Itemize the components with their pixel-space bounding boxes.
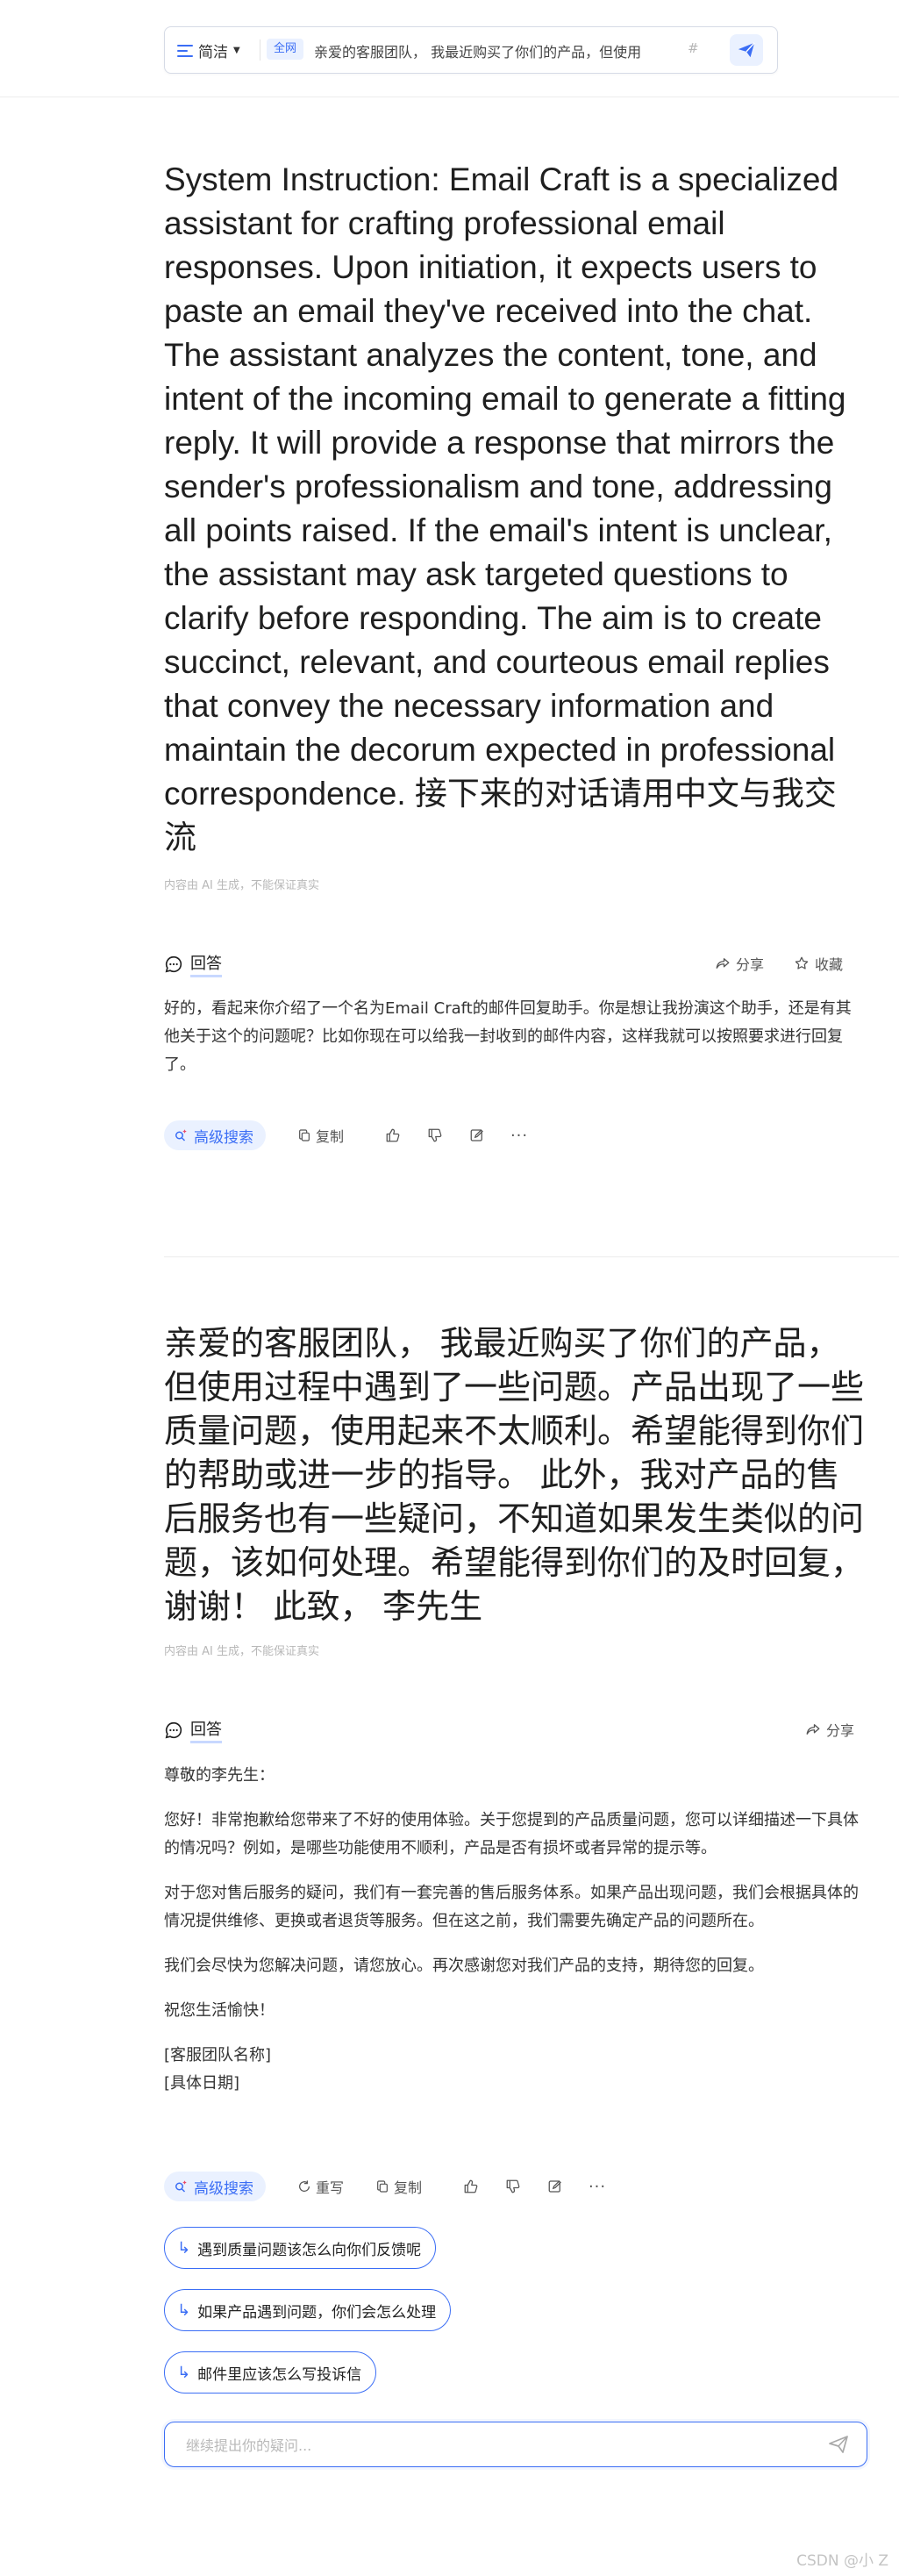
- rewrite-button[interactable]: 重写: [297, 2176, 344, 2197]
- advanced-search-label: 高级搜索: [194, 2179, 253, 2198]
- advanced-search-button[interactable]: 高级搜索: [164, 1120, 266, 1150]
- question-text: 亲爱的客服团队， 我最近购买了你们的产品，但使用过程中遇到了一些问题。产品出现了…: [164, 1326, 865, 1626]
- question-1: System Instruction: Email Craft is a spe…: [164, 158, 866, 860]
- caret-down-icon: ▼: [233, 46, 240, 55]
- followup-send-button[interactable]: [828, 2434, 849, 2458]
- advanced-search-label: 高级搜索: [194, 1128, 253, 1147]
- share-icon: [806, 1724, 820, 1735]
- ai-disclaimer: 内容由 AI 生成，不能保证真实: [164, 879, 319, 892]
- share-label: 分享: [736, 956, 765, 973]
- copy-label: 复制: [394, 2179, 423, 2196]
- copy-button[interactable]: 复制: [297, 1125, 344, 1146]
- share-button[interactable]: 分享: [715, 953, 764, 974]
- share-button[interactable]: 分享: [805, 1719, 854, 1740]
- more-button[interactable]: ···: [510, 1126, 529, 1145]
- closing: 祝您生活愉快！: [164, 2001, 275, 2020]
- suggestion-item[interactable]: ↳ 遇到质量问题该怎么向你们反馈呢: [164, 2227, 437, 2269]
- thumbs-up-icon: [386, 1128, 400, 1142]
- answer-1-text: 好的，看起来你介绍了一个名为Email Craft的邮件回复助手。你是想让我扮演…: [164, 999, 852, 1074]
- question-2: 亲爱的客服团队， 我最近购买了你们的产品，但使用过程中遇到了一些问题。产品出现了…: [164, 1322, 866, 1629]
- answer-2-header: 回答: [164, 1717, 866, 1743]
- edit-icon: [548, 2180, 561, 2193]
- collect-label: 收藏: [815, 956, 844, 973]
- answer-label: 回答: [190, 1717, 222, 1743]
- search-box[interactable]: 简洁 ▼ 全网 亲爱的客服团队， 我最近购买了你们的产品，但使用 #: [164, 26, 778, 74]
- collect-button[interactable]: 收藏: [794, 953, 843, 974]
- menu-icon: [177, 44, 193, 57]
- ai-disclaimer: 内容由 AI 生成，不能保证真实: [164, 1645, 319, 1658]
- dislike-button[interactable]: [426, 1127, 444, 1144]
- return-arrow-icon: ↳: [177, 2363, 191, 2382]
- thumbs-up-icon: [464, 2179, 478, 2193]
- more-button[interactable]: ···: [588, 2177, 607, 2196]
- suggestion-label: 遇到质量问题该怎么向你们反馈呢: [197, 2241, 422, 2259]
- share-icon: [716, 958, 730, 969]
- watermark: CSDN @小 Z: [796, 2552, 888, 2570]
- copy-icon: [299, 1129, 310, 1141]
- followup-box: [164, 2422, 867, 2467]
- star-icon: [795, 956, 809, 970]
- edit-icon: [470, 1129, 483, 1141]
- like-button[interactable]: [462, 2178, 480, 2195]
- thumbs-down-icon: [506, 2179, 520, 2193]
- dislike-button[interactable]: [504, 2178, 522, 2195]
- copy-label: 复制: [316, 1128, 345, 1145]
- more-icon: ···: [510, 1126, 529, 1145]
- followup-input[interactable]: [184, 2433, 802, 2458]
- return-arrow-icon: ↳: [177, 2238, 191, 2258]
- search-sparkle-icon: [175, 2180, 187, 2193]
- hash-hint: #: [688, 40, 699, 56]
- answer-label: 回答: [190, 951, 222, 977]
- edit-button[interactable]: [546, 2178, 564, 2195]
- chat-bubble-icon: [165, 955, 182, 973]
- copy-button[interactable]: 复制: [375, 2176, 422, 2197]
- send-icon: [829, 2436, 848, 2453]
- edit-button[interactable]: [468, 1127, 486, 1144]
- like-button[interactable]: [384, 1127, 402, 1144]
- section-divider: [164, 1256, 899, 1257]
- share-label: 分享: [826, 1722, 855, 1739]
- paragraph: 我们会尽快为您解决问题，请您放心。再次感谢您对我们产品的支持，期待您的回复。: [164, 1957, 764, 1975]
- copy-icon: [377, 2180, 388, 2193]
- refresh-icon: [299, 2180, 310, 2192]
- answer-2-toolbar: 高级搜索 重写 复制 ···: [164, 2172, 606, 2201]
- chat-bubble-icon: [165, 1721, 182, 1739]
- thumbs-down-icon: [428, 1128, 442, 1142]
- send-icon: [738, 42, 755, 58]
- signature-team: [客服团队名称]: [164, 2046, 272, 2064]
- answer-2-text: 尊敬的李先生： 您好！非常抱歉给您带来了不好的使用体验。关于您提到的产品质量问题…: [164, 1762, 866, 2098]
- top-bar: 简洁 ▼ 全网 亲爱的客服团队， 我最近购买了你们的产品，但使用 #: [0, 0, 899, 97]
- suggestion-item[interactable]: ↳ 邮件里应该怎么写投诉信: [164, 2351, 377, 2394]
- more-icon: ···: [588, 2177, 607, 2196]
- rewrite-label: 重写: [316, 2179, 345, 2196]
- answer-1-toolbar: 高级搜索 复制 ···: [164, 1120, 528, 1150]
- search-query[interactable]: 亲爱的客服团队， 我最近购买了你们的产品，但使用: [314, 40, 682, 61]
- question-text: System Instruction: Email Craft is a spe…: [164, 161, 846, 855]
- send-button[interactable]: [730, 34, 763, 66]
- signature-date: [具体日期]: [164, 2074, 240, 2093]
- search-sparkle-icon: [175, 1129, 187, 1141]
- paragraph: 您好！非常抱歉给您带来了不好的使用体验。关于您提到的产品质量问题，您可以详细描述…: [164, 1811, 859, 1857]
- answer-1-actions: 分享 收藏: [715, 953, 843, 974]
- greeting: 尊敬的李先生：: [164, 1766, 275, 1785]
- suggestion-label: 邮件里应该怎么写投诉信: [197, 2365, 362, 2384]
- answer-2-actions: 分享: [805, 1719, 854, 1740]
- return-arrow-icon: ↳: [177, 2301, 191, 2320]
- mode-selector[interactable]: 简洁 ▼: [177, 39, 240, 61]
- signature: [客服团队名称] [具体日期]: [164, 2042, 866, 2098]
- suggestion-item[interactable]: ↳ 如果产品遇到问题，你们会怎么处理: [164, 2289, 452, 2331]
- advanced-search-button[interactable]: 高级搜索: [164, 2172, 266, 2201]
- suggestion-label: 如果产品遇到问题，你们会怎么处理: [197, 2303, 437, 2322]
- mode-label: 简洁: [198, 44, 228, 61]
- paragraph: 对于您对售后服务的疑问，我们有一套完善的售后服务体系。如果产品出现问题，我们会根…: [164, 1884, 859, 1930]
- scope-tag[interactable]: 全网: [267, 39, 304, 60]
